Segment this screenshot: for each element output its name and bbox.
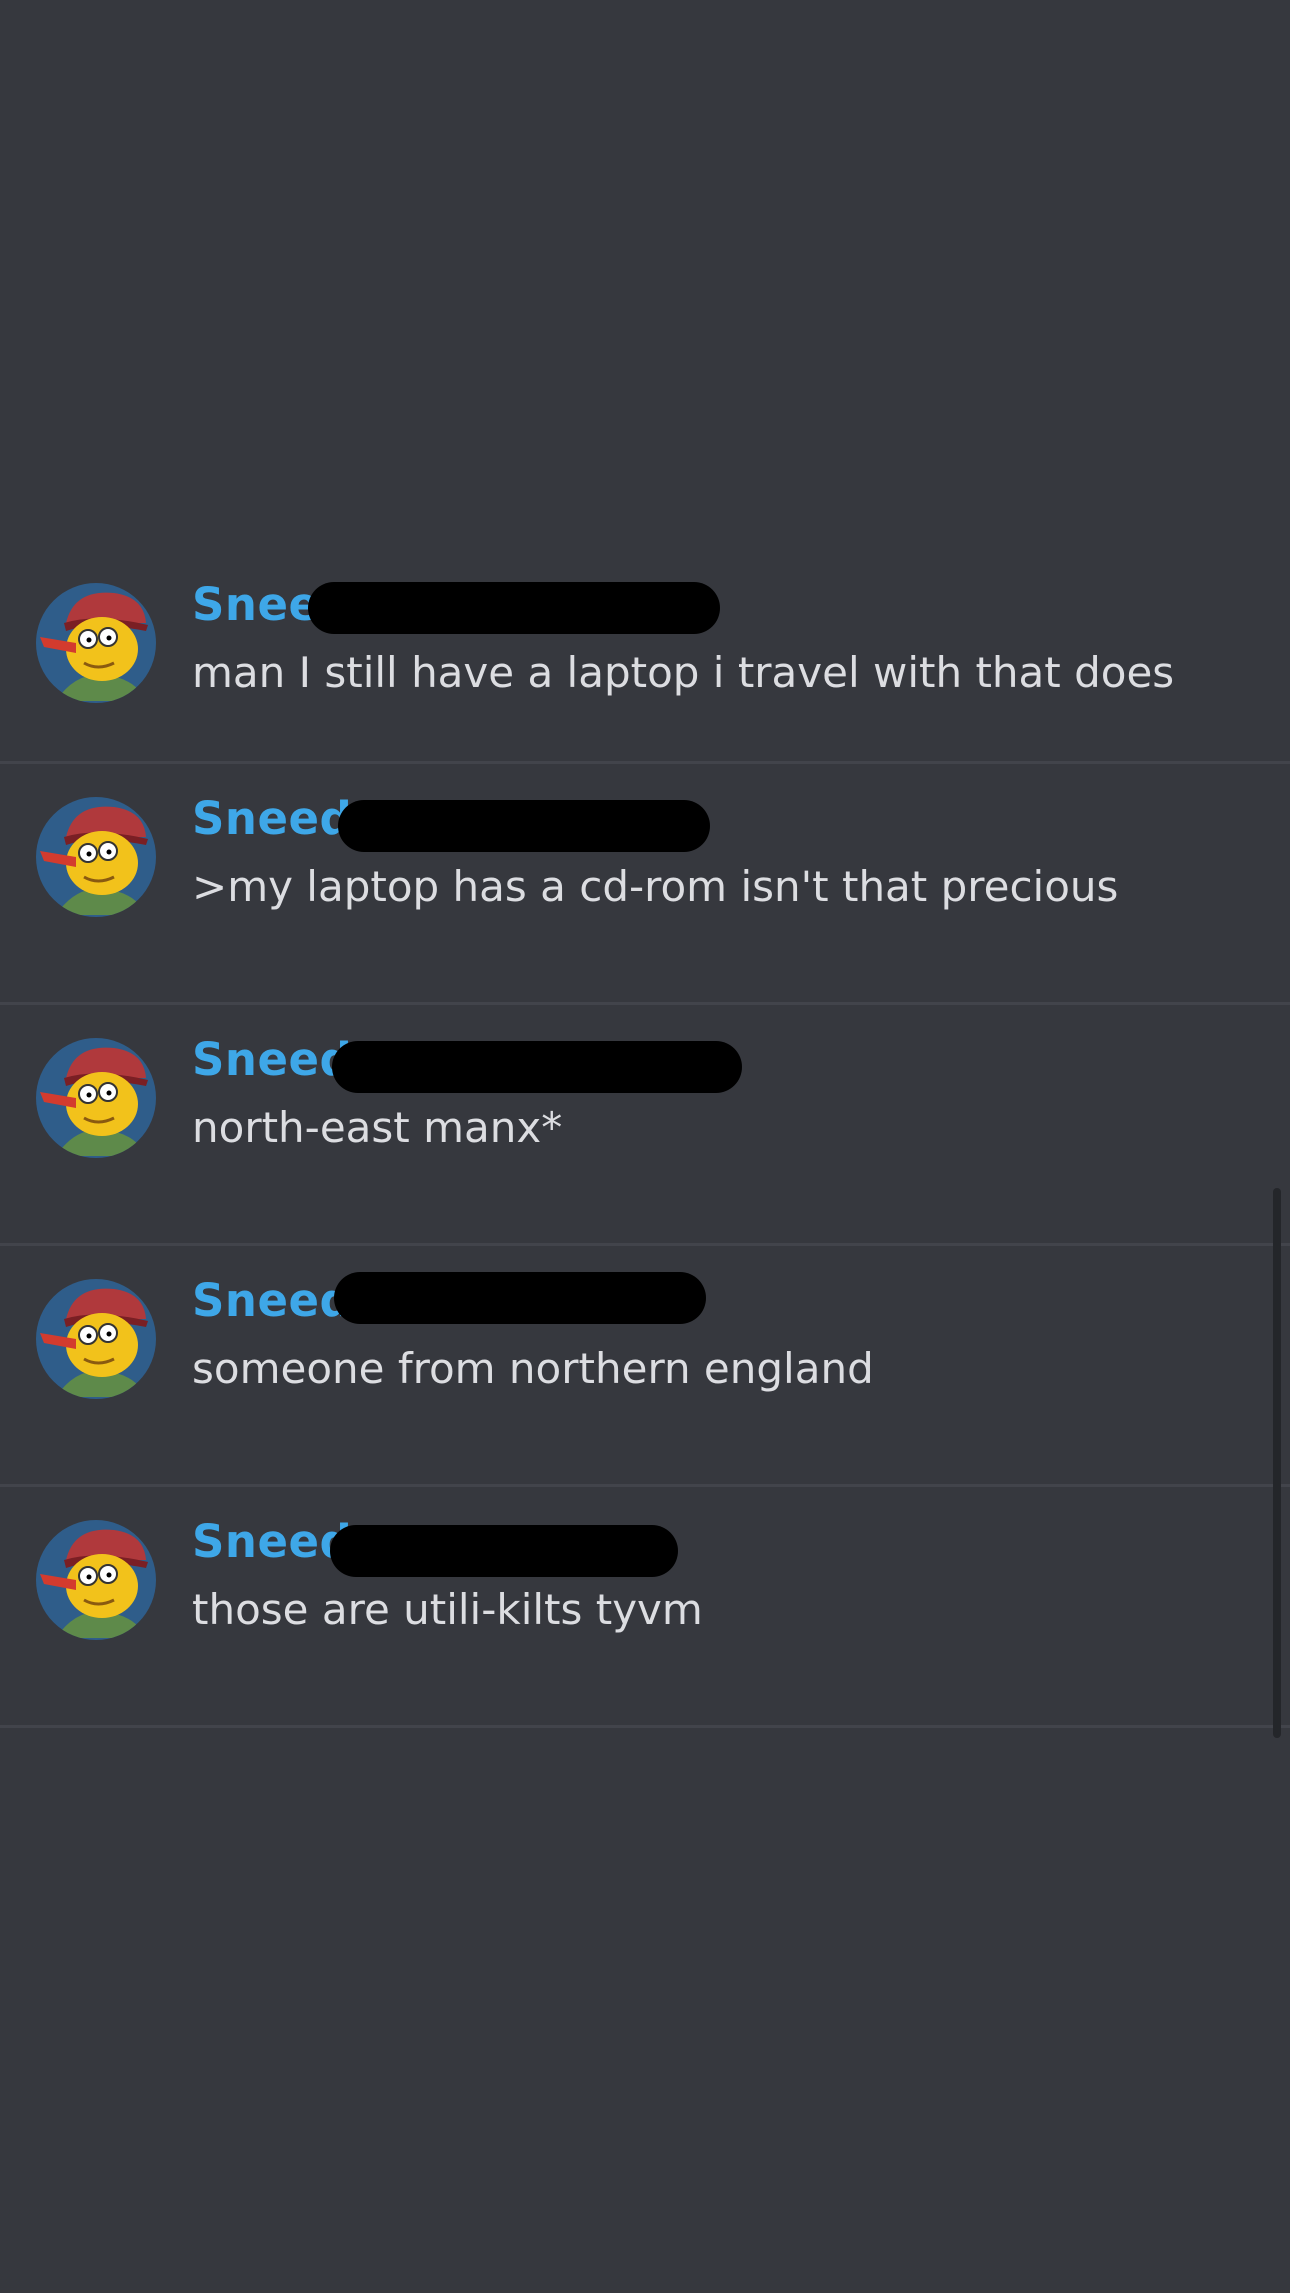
message-content: those are utili-kilts tyvm — [192, 1585, 703, 1634]
redaction-mark — [308, 582, 720, 634]
message-item[interactable]: Sneed man I still have a laptop i travel… — [0, 550, 1290, 764]
user-avatar[interactable] — [36, 797, 156, 917]
scrollbar[interactable] — [1273, 1188, 1281, 1738]
message-list: Sneed man I still have a laptop i travel… — [0, 550, 1290, 1728]
message-item[interactable]: Sneed someone from northern england — [0, 1246, 1290, 1487]
message-content: man I still have a laptop i travel with … — [192, 648, 1175, 697]
redaction-mark — [330, 1525, 678, 1577]
message-author[interactable]: Sneed — [192, 1033, 352, 1086]
user-avatar[interactable] — [36, 1279, 156, 1399]
message-item[interactable]: Sneed >my laptop has a cd-rom isn't that… — [0, 764, 1290, 1005]
user-avatar[interactable] — [36, 1520, 156, 1640]
user-avatar[interactable] — [36, 583, 156, 703]
redaction-mark — [338, 800, 710, 852]
message-content: north-east manx* — [192, 1103, 563, 1152]
redaction-mark — [334, 1272, 706, 1324]
message-author[interactable]: Sneed — [192, 1274, 352, 1327]
chat-screen: Sneed man I still have a laptop i travel… — [0, 0, 1290, 2293]
redaction-mark — [332, 1041, 742, 1093]
user-avatar[interactable] — [36, 1038, 156, 1158]
message-item[interactable]: Sneed north-east manx* — [0, 1005, 1290, 1246]
message-content: >my laptop has a cd-rom isn't that preci… — [192, 862, 1119, 911]
message-content: someone from northern england — [192, 1344, 874, 1393]
message-author[interactable]: Sneed — [192, 1515, 352, 1568]
message-author[interactable]: Sneed — [192, 792, 352, 845]
message-item[interactable]: Sneed those are utili-kilts tyvm — [0, 1487, 1290, 1728]
